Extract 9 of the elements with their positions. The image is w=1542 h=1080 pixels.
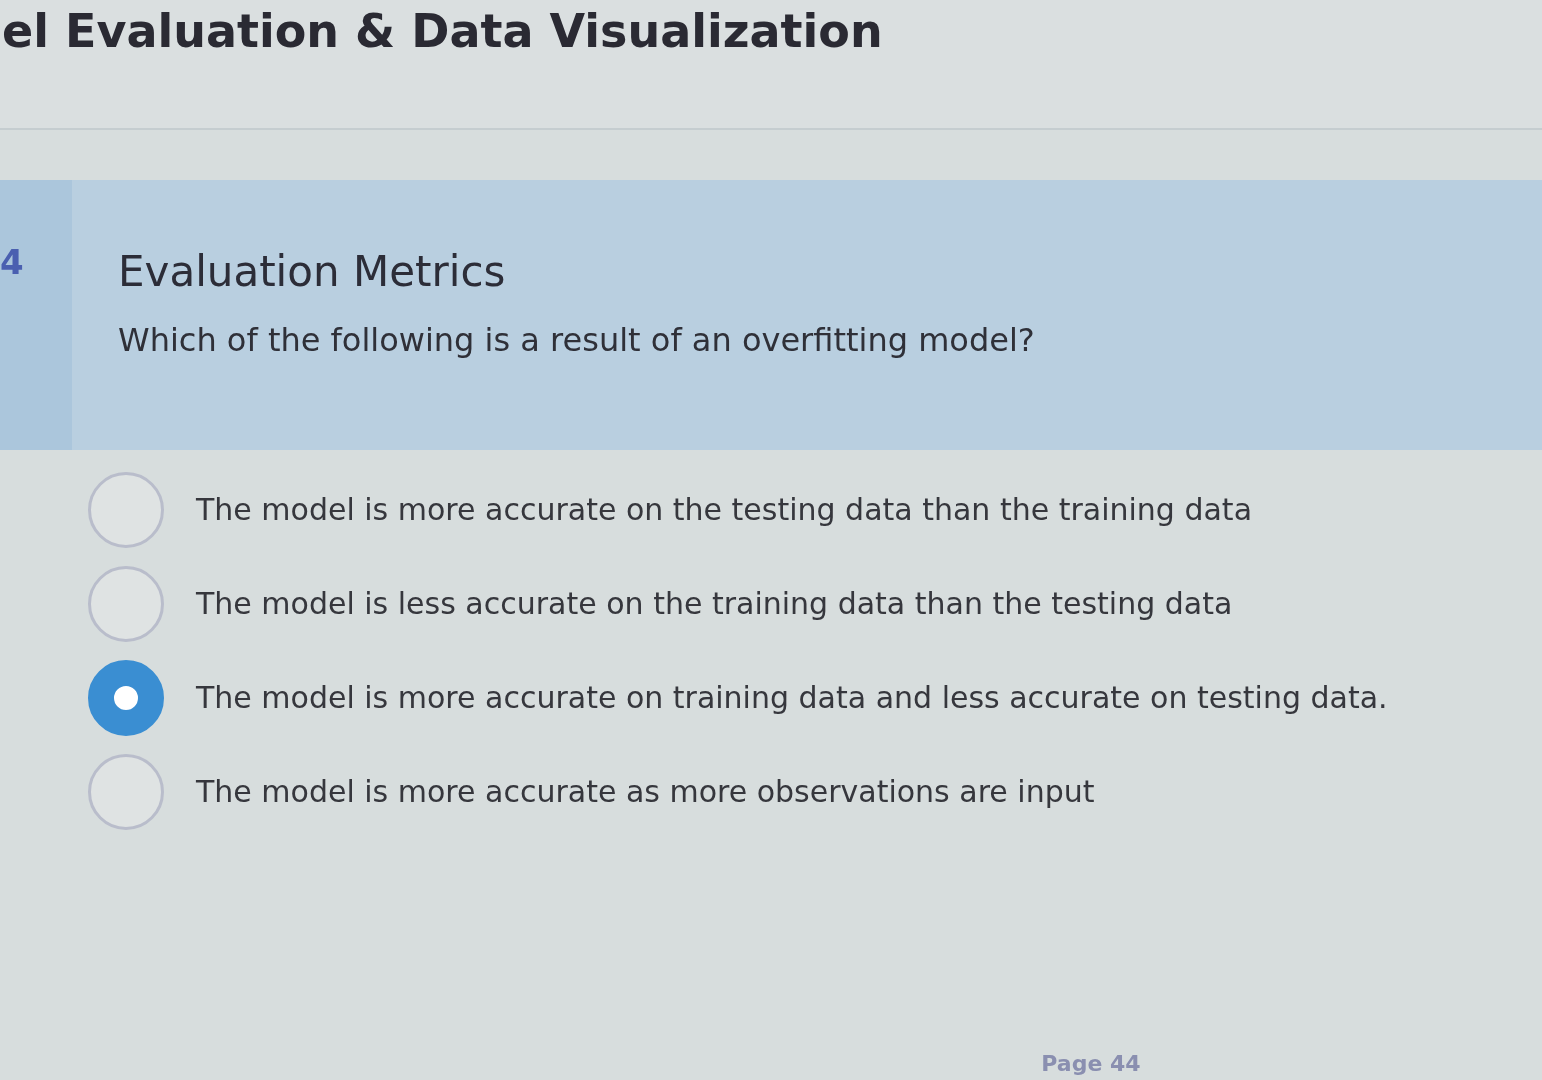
question-text: Which of the following is a result of an overfitting model?	[118, 320, 1035, 360]
option-label[interactable]: The model is more accurate on training data and less accurate on testing data.	[196, 679, 1388, 717]
option-label[interactable]: The model is more accurate on the testing data than the training data	[196, 491, 1253, 529]
option-label[interactable]: The model is more accurate as more observations are input	[196, 773, 1095, 811]
course-title: el Evaluation & Data Visualization	[1, 3, 883, 60]
question-title: Evaluation Metrics	[118, 246, 506, 298]
option-label[interactable]: The model is less accurate on the training data than the testing data	[196, 585, 1233, 623]
page-number: Page 44	[1041, 1050, 1141, 1078]
question-number: 4	[0, 242, 24, 282]
